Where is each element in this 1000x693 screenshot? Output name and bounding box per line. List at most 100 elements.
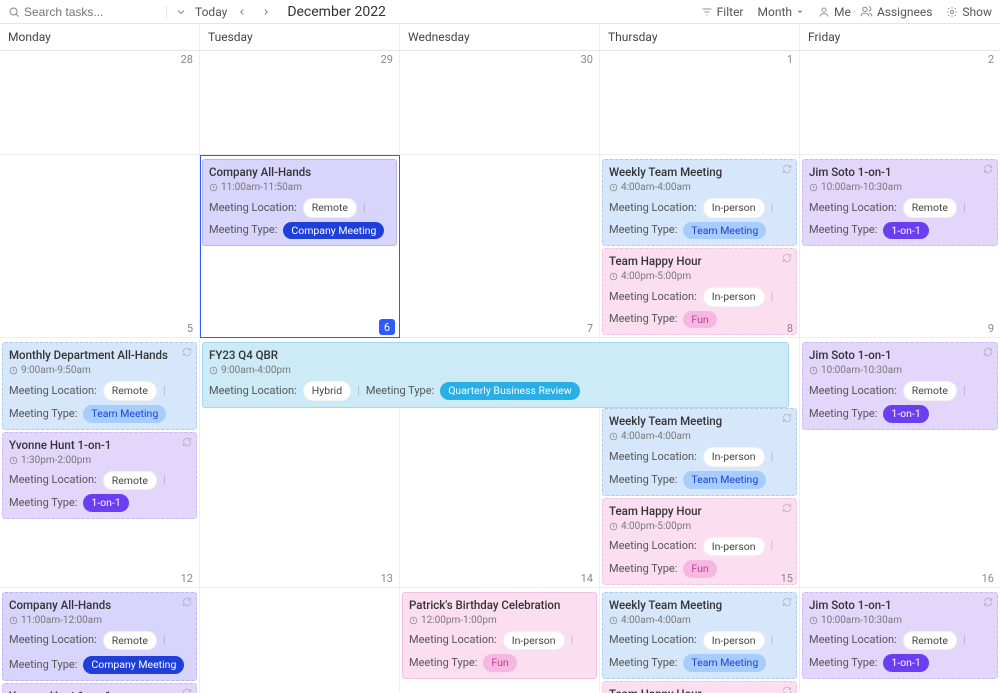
show-button[interactable]: Show: [946, 5, 992, 19]
event-card[interactable]: Weekly Team Meeting 4:00am-4:00am Meetin…: [602, 159, 797, 246]
event-title: Team Happy Hour: [609, 504, 790, 519]
day-cell[interactable]: 29: [200, 51, 400, 155]
event-title: Jim Soto 1-on-1: [809, 598, 991, 613]
date-number: 28: [181, 53, 193, 66]
event-title: Company All-Hands: [209, 165, 390, 180]
recurring-icon: [182, 437, 192, 447]
search-chevron-icon[interactable]: [175, 6, 187, 18]
filter-icon: [701, 6, 713, 18]
day-cell[interactable]: 5: [0, 155, 200, 338]
clock-icon: [809, 616, 818, 625]
day-header: Monday: [0, 24, 200, 50]
event-card[interactable]: Monthly Department All-Hands 9:00am-9:50…: [2, 342, 197, 429]
recurring-icon: [782, 164, 792, 174]
day-cell[interactable]: Jim Soto 1-on-1 10:00am-10:30am Meeting …: [800, 155, 1000, 338]
day-header: Wednesday: [400, 24, 600, 50]
assignees-button[interactable]: Assignees: [860, 5, 932, 19]
clock-icon: [9, 616, 18, 625]
next-month-button[interactable]: [257, 7, 275, 17]
day-cell[interactable]: 2: [800, 51, 1000, 155]
clock-icon: [609, 616, 618, 625]
event-card[interactable]: Weekly Team Meeting 4:00am-4:00am Meetin…: [602, 408, 797, 495]
clock-icon: [609, 432, 618, 441]
event-card[interactable]: FY23 Q4 QBR 9:00am-4:00pm Meeting Locati…: [202, 342, 789, 408]
type-label: Meeting Type:: [209, 223, 277, 237]
event-card[interactable]: Patrick's Birthday Celebration 12:00pm-1…: [402, 592, 597, 679]
day-cell[interactable]: Company All-Hands 11:00am-12:00am Meetin…: [0, 588, 200, 693]
caret-down-icon: [796, 8, 804, 16]
day-header: Friday: [800, 24, 1000, 50]
search-icon: [8, 6, 20, 18]
event-title: Weekly Team Meeting: [609, 414, 790, 429]
month-label: December 2022: [287, 4, 386, 20]
filter-button[interactable]: Filter: [701, 5, 744, 19]
prev-month-button[interactable]: [233, 7, 251, 17]
day-cell[interactable]: Patrick's Birthday Celebration 12:00pm-1…: [400, 588, 600, 693]
clock-icon: [9, 456, 18, 465]
recurring-icon: [983, 597, 993, 607]
day-cell[interactable]: Jim Soto 1-on-1 10:00am-10:30am Meeting …: [800, 338, 1000, 587]
day-cell[interactable]: Company All-Hands 11:00am-11:50am Meetin…: [200, 155, 400, 338]
recurring-icon: [182, 688, 192, 693]
event-card[interactable]: Jim Soto 1-on-1 10:00am-10:30am Meeting …: [802, 592, 998, 679]
date-number: 14: [581, 572, 593, 585]
day-cell[interactable]: 7: [400, 155, 600, 338]
event-title: Monthly Department All-Hands: [9, 348, 190, 363]
event-title: Team Happy Hour: [609, 254, 790, 269]
me-button[interactable]: Me: [818, 5, 851, 19]
event-title: Jim Soto 1-on-1: [809, 165, 991, 180]
date-number: 12: [181, 572, 193, 585]
event-title: FY23 Q4 QBR: [209, 348, 782, 363]
date-number: 1: [787, 53, 793, 66]
clock-icon: [609, 272, 618, 281]
search-input[interactable]: [24, 5, 124, 19]
date-number: 29: [381, 53, 393, 66]
day-cell[interactable]: Weekly Team Meeting 4:00am-4:00am Meetin…: [600, 588, 800, 693]
date-number: 2: [988, 53, 994, 66]
day-cell[interactable]: 1: [600, 51, 800, 155]
recurring-icon: [782, 253, 792, 263]
event-card[interactable]: Yvonne Hunt 1-on-1 1:30pm-2:00pm Meeting…: [2, 683, 197, 693]
event-title: Weekly Team Meeting: [609, 165, 790, 180]
date-number: 8: [787, 322, 793, 335]
recurring-icon: [983, 347, 993, 357]
event-card[interactable]: Weekly Team Meeting 4:00am-4:00am Meetin…: [602, 592, 797, 679]
event-title: Yvonne Hunt 1-on-1: [9, 438, 190, 453]
event-card[interactable]: Jim Soto 1-on-1 10:00am-10:30am Meeting …: [802, 159, 998, 246]
recurring-icon: [782, 413, 792, 423]
day-cell[interactable]: Weekly Team Meeting 4:00am-4:00am Meetin…: [600, 155, 800, 338]
event-title: Yvonne Hunt 1-on-1: [9, 689, 190, 693]
date-number: 6: [379, 319, 395, 335]
event-card[interactable]: Company All-Hands 11:00am-11:50am Meetin…: [202, 159, 397, 246]
event-card[interactable]: Team Happy Hour 4:00pm-5:00pm Meeting Lo…: [602, 498, 797, 585]
date-number: 15: [781, 572, 793, 585]
event-card[interactable]: Company All-Hands 11:00am-12:00am Meetin…: [2, 592, 197, 681]
clock-icon: [609, 183, 618, 192]
day-cell[interactable]: Monthly Department All-Hands 9:00am-9:50…: [0, 338, 200, 587]
user-icon: [818, 6, 830, 18]
day-cell[interactable]: FY23 Q4 QBR 9:00am-4:00pm Meeting Locati…: [200, 338, 400, 587]
day-cell[interactable]: 28: [0, 51, 200, 155]
today-button[interactable]: Today: [195, 5, 227, 19]
event-card[interactable]: Yvonne Hunt 1-on-1 1:30pm-2:00pm Meeting…: [2, 432, 197, 519]
date-number: 9: [988, 322, 994, 335]
view-dropdown[interactable]: Month: [758, 5, 804, 19]
location-label: Meeting Location:: [209, 201, 297, 215]
day-cell[interactable]: 30: [400, 51, 600, 155]
gear-icon: [946, 6, 958, 18]
day-header: Tuesday: [200, 24, 400, 50]
recurring-icon: [983, 164, 993, 174]
day-cell[interactable]: [200, 588, 400, 693]
date-number: 13: [381, 572, 393, 585]
date-number: 16: [982, 572, 994, 585]
event-card[interactable]: Team Happy Hour 4:00pm-5:00pm: [602, 681, 797, 693]
clock-icon: [409, 616, 418, 625]
location-chip: Remote: [303, 198, 357, 218]
day-cell[interactable]: Jim Soto 1-on-1 10:00am-10:30am Meeting …: [800, 588, 1000, 693]
clock-icon: [809, 366, 818, 375]
event-card[interactable]: Jim Soto 1-on-1 10:00am-10:30am Meeting …: [802, 342, 998, 429]
clock-icon: [209, 366, 218, 375]
event-card[interactable]: Team Happy Hour 4:00pm-5:00pm Meeting Lo…: [602, 248, 797, 335]
clock-icon: [9, 366, 18, 375]
date-number: 7: [587, 322, 593, 335]
